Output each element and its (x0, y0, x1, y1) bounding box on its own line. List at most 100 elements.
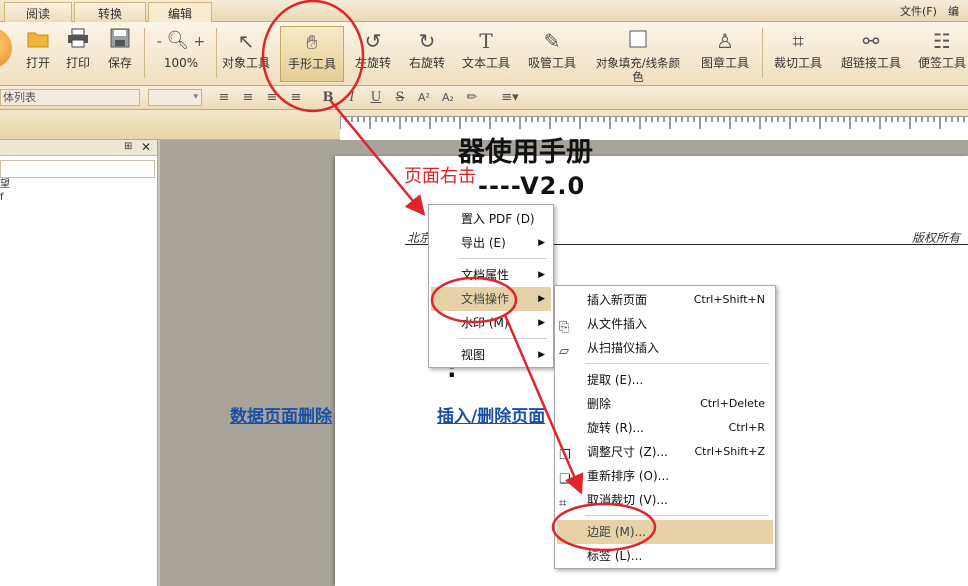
zoom-out-button[interactable]: - (157, 34, 162, 50)
list-item[interactable]: f (0, 191, 157, 204)
bold-button[interactable]: B (318, 89, 338, 107)
submenu-arrow-icon: ▶ (538, 350, 545, 360)
text-t-icon: T (479, 29, 493, 53)
hyperlink-tool-button[interactable]: ⚯ 超链接工具 (838, 26, 904, 82)
menu-item-place-pdf[interactable]: 置入 PDF (D) (431, 207, 551, 231)
align-justify-icon[interactable]: ≡ (286, 89, 306, 107)
pin-icon[interactable]: ⊞ (124, 141, 132, 152)
shortcut-label: Ctrl+Shift+N (693, 293, 765, 306)
open-button[interactable]: 打开 (20, 26, 56, 82)
underline-button[interactable]: U (366, 89, 386, 107)
menu-item-margins[interactable]: 边距 (M)... (557, 520, 773, 544)
submenu-arrow-icon: ▶ (538, 238, 545, 248)
context-menu: 置入 PDF (D) 导出 (E) ▶ 文档属性 ▶ 文档操作 ▶ 水印 (M)… (428, 204, 554, 368)
annotation-label: 页面右击 (404, 166, 476, 187)
document-link-insert-delete[interactable]: 插入/删除页面 (437, 402, 545, 427)
shortcut-label: Ctrl+Shift+Z (694, 445, 765, 458)
highlight-pen-icon[interactable]: ✏ (462, 89, 482, 107)
italic-button[interactable]: I (342, 89, 362, 107)
menu-item-view[interactable]: 视图 ▶ (431, 343, 551, 367)
cursor-arrow-icon: ↖ (237, 29, 255, 53)
font-family-select[interactable]: 体列表 (0, 89, 140, 106)
zoom-level[interactable]: 100% (150, 56, 212, 70)
hand-tool-button[interactable]: ✋︎ 手形工具 (280, 26, 344, 82)
menu-item-uncrop[interactable]: ⌗ 取消裁切 (V)... (557, 488, 773, 512)
align-center-icon[interactable]: ≡ (238, 89, 258, 107)
menu-separator (459, 258, 547, 259)
align-right-icon[interactable]: ≡ (262, 89, 282, 107)
menu-item-export[interactable]: 导出 (E) ▶ (431, 231, 551, 255)
rotate-right-icon: ↻ (418, 29, 436, 53)
hand-icon: ✋︎ (306, 30, 318, 54)
close-icon[interactable]: ✕ (141, 140, 151, 154)
submenu-arrow-icon: ▶ (538, 294, 545, 304)
menu-item-document-properties[interactable]: 文档属性 ▶ (431, 263, 551, 287)
floppy-icon (102, 26, 138, 56)
rotate-right-button[interactable]: ↻ 右旋转 (406, 26, 448, 82)
align-left-icon[interactable]: ≡ (214, 89, 234, 107)
document-link-left[interactable]: 数据页面删除 (230, 402, 332, 427)
app-orb-button[interactable] (0, 28, 12, 68)
line-spacing-icon[interactable]: ≡▾ (496, 89, 524, 107)
menu-item-insert-new-page[interactable]: 插入新页面 Ctrl+Shift+N (557, 288, 773, 312)
tab-strip: 阅读 转换 编辑 文件(F) 编辑 (0, 0, 968, 34)
shortcut-label: Ctrl+R (728, 421, 765, 434)
scanner-icon: ▱ (559, 344, 569, 359)
printer-icon (60, 26, 96, 56)
menu-item-insert-from-scanner[interactable]: ▱ 从扫描仪插入 (557, 336, 773, 360)
menu-separator (585, 515, 769, 516)
menu-item-labels[interactable]: 标签 (L)... (557, 544, 773, 568)
tab-read[interactable]: 阅读 (4, 2, 72, 22)
stamp-icon: ♙ (716, 29, 734, 53)
menu-item-rotate[interactable]: 旋转 (R)... Ctrl+R (557, 416, 773, 440)
magnifier-icon[interactable]: 🔍︎ (166, 30, 189, 51)
document-operations-submenu: 插入新页面 Ctrl+Shift+N ⎘ 从文件插入 ▱ 从扫描仪插入 提取 (… (554, 285, 776, 569)
object-tool-button[interactable]: ↖ 对象工具 (220, 26, 272, 82)
text-tool-button[interactable]: T 文本工具 (460, 26, 512, 82)
subscript-button[interactable]: A₂ (438, 89, 458, 107)
print-button[interactable]: 打印 (60, 26, 96, 82)
zoom-in-button[interactable]: + (194, 34, 206, 50)
menu-item-document-operations[interactable]: 文档操作 ▶ (431, 287, 551, 311)
ribbon-toolbar: 打开 打印 保存 - 🔍︎ + 100% ↖ 对象工具 ✋︎ 手形工具 ↺ 左旋… (0, 22, 968, 86)
rotate-left-icon: ↺ (364, 29, 382, 53)
save-button[interactable]: 保存 (102, 26, 138, 82)
menu-separator (459, 338, 547, 339)
menu-item-resize[interactable]: ❐ 调整尺寸 (Z)... Ctrl+Shift+Z (557, 440, 773, 464)
submenu-arrow-icon: ▶ (538, 318, 545, 328)
ribbon-separator (144, 28, 145, 78)
tab-edit[interactable]: 编辑 (148, 2, 212, 22)
panel-header: ⊞ ✕ (0, 140, 157, 156)
submenu-arrow-icon: ▶ (538, 270, 545, 280)
crop-tool-button[interactable]: ⌗ 裁切工具 (772, 26, 824, 82)
font-size-select[interactable]: ▾ (148, 89, 202, 106)
fill-line-color-button[interactable]: 对象填充/线条颜色 (592, 26, 684, 84)
shortcut-label: Ctrl+Delete (700, 397, 765, 410)
menu-item-delete[interactable]: 删除 Ctrl+Delete (557, 392, 773, 416)
horizontal-ruler (340, 116, 968, 140)
menu-item-watermark[interactable]: 水印 (M) ▶ (431, 311, 551, 335)
eyedropper-icon: ✎ (543, 29, 561, 53)
format-toolbar: 体列表 ▾ ≡ ≡ ≡ ≡ B I U S A² A₂ ✏ ≡▾ (0, 86, 968, 110)
menu-separator (585, 363, 769, 364)
list-item[interactable]: 望 (0, 178, 157, 191)
ribbon-separator (762, 28, 763, 78)
eyedropper-tool-button[interactable]: ✎ 吸管工具 (526, 26, 578, 82)
side-panel: ⊞ ✕ 望 f (0, 140, 158, 586)
superscript-button[interactable]: A² (414, 89, 434, 107)
link-icon: ⚯ (862, 29, 880, 53)
stamp-tool-button[interactable]: ♙ 图章工具 (698, 26, 752, 82)
crop-icon: ⌗ (792, 29, 804, 53)
tab-convert[interactable]: 转换 (74, 2, 146, 22)
uncrop-icon: ⌗ (559, 496, 567, 511)
menu-item-insert-from-file[interactable]: ⎘ 从文件插入 (557, 312, 773, 336)
rotate-left-button[interactable]: ↺ 左旋转 (352, 26, 394, 82)
menu-file[interactable]: 文件(F) (900, 3, 937, 19)
strikethrough-button[interactable]: S (390, 89, 410, 107)
menu-item-reorder[interactable]: ❑ 重新排序 (O)... (557, 464, 773, 488)
menu-item-extract[interactable]: 提取 (E)... (557, 368, 773, 392)
note-tool-button[interactable]: ☷ 便签工具 (916, 26, 968, 82)
color-square-icon (592, 26, 684, 56)
panel-search-input[interactable] (0, 160, 155, 178)
document-title: 器使用手册 (458, 137, 593, 168)
